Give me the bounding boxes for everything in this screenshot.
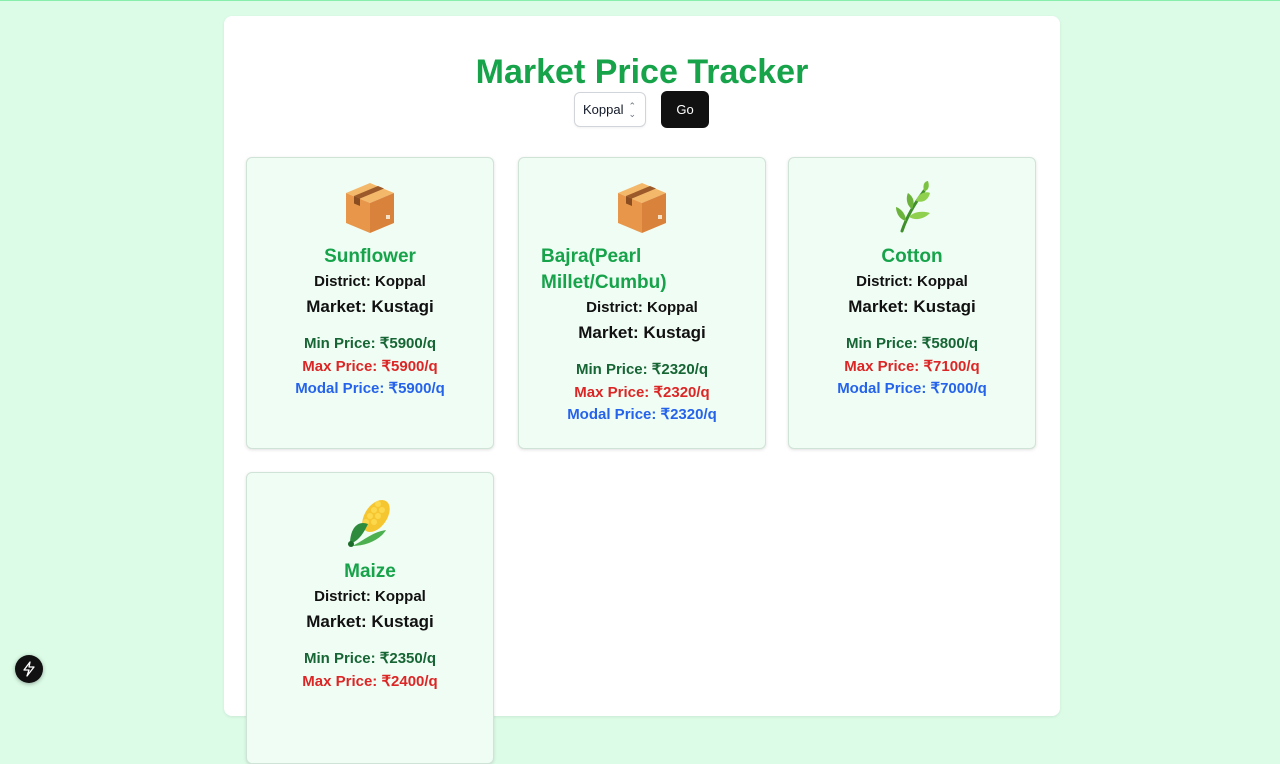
- max-price: Max Price: ₹2400/q: [302, 672, 438, 690]
- page-title: Market Price Tracker: [475, 53, 809, 91]
- max-price: Max Price: ₹2320/q: [574, 383, 710, 401]
- main-panel: Market Price Tracker Koppal ⌃ ⌄ Go Sunflo…: [224, 16, 1060, 764]
- crop-name: Cotton: [881, 246, 943, 267]
- go-button[interactable]: Go: [661, 91, 709, 128]
- market-label: Market: Kustagi: [306, 297, 434, 316]
- lightning-icon[interactable]: [15, 655, 43, 683]
- min-price: Min Price: ₹5900/q: [303, 335, 437, 352]
- max-price: Max Price: ₹7100/q: [844, 357, 980, 375]
- corn-icon: [247, 493, 493, 551]
- crop-card: Cotton District: Koppal Market: Kustagi …: [788, 157, 1036, 449]
- crop-card: Sunflower District: Koppal Market: Kusta…: [246, 157, 494, 449]
- crop-card: Bajra(Pearl Millet/Cumbu) District: Kopp…: [518, 157, 766, 449]
- crop-card: Maize District: Koppal Market: Kustagi M…: [246, 472, 494, 764]
- min-price: Min Price: ₹2320/q: [575, 361, 709, 378]
- modal-price: Modal Price: ₹5900/q: [295, 380, 445, 397]
- district-label: District: Koppal: [586, 299, 698, 316]
- crop-name: Sunflower: [324, 246, 416, 267]
- district-label: District: Koppal: [314, 273, 426, 290]
- crop-name: Maize: [344, 561, 396, 582]
- district-select[interactable]: Koppal ⌃ ⌄: [574, 92, 646, 127]
- filter-controls: Koppal ⌃ ⌄ Go: [574, 91, 709, 128]
- modal-price: Modal Price: ₹7000/q: [837, 380, 987, 397]
- max-price: Max Price: ₹5900/q: [302, 357, 438, 375]
- min-price: Min Price: ₹5800/q: [845, 335, 979, 352]
- modal-price: Modal Price: ₹2320/q: [567, 406, 717, 423]
- package-icon: [247, 178, 493, 236]
- district-label: District: Koppal: [856, 273, 968, 290]
- min-price: Min Price: ₹2350/q: [303, 650, 437, 667]
- district-label: District: Koppal: [314, 588, 426, 605]
- herb-icon: [789, 178, 1035, 236]
- market-label: Market: Kustagi: [578, 323, 706, 342]
- chevron-up-down-icon: ⌃ ⌄: [628, 100, 637, 119]
- top-border: [0, 0, 1280, 1]
- district-select-value: Koppal: [583, 102, 624, 117]
- market-label: Market: Kustagi: [848, 297, 976, 316]
- package-icon: [519, 178, 765, 236]
- crop-name: Bajra(Pearl Millet/Cumbu): [541, 246, 667, 293]
- market-label: Market: Kustagi: [306, 612, 434, 631]
